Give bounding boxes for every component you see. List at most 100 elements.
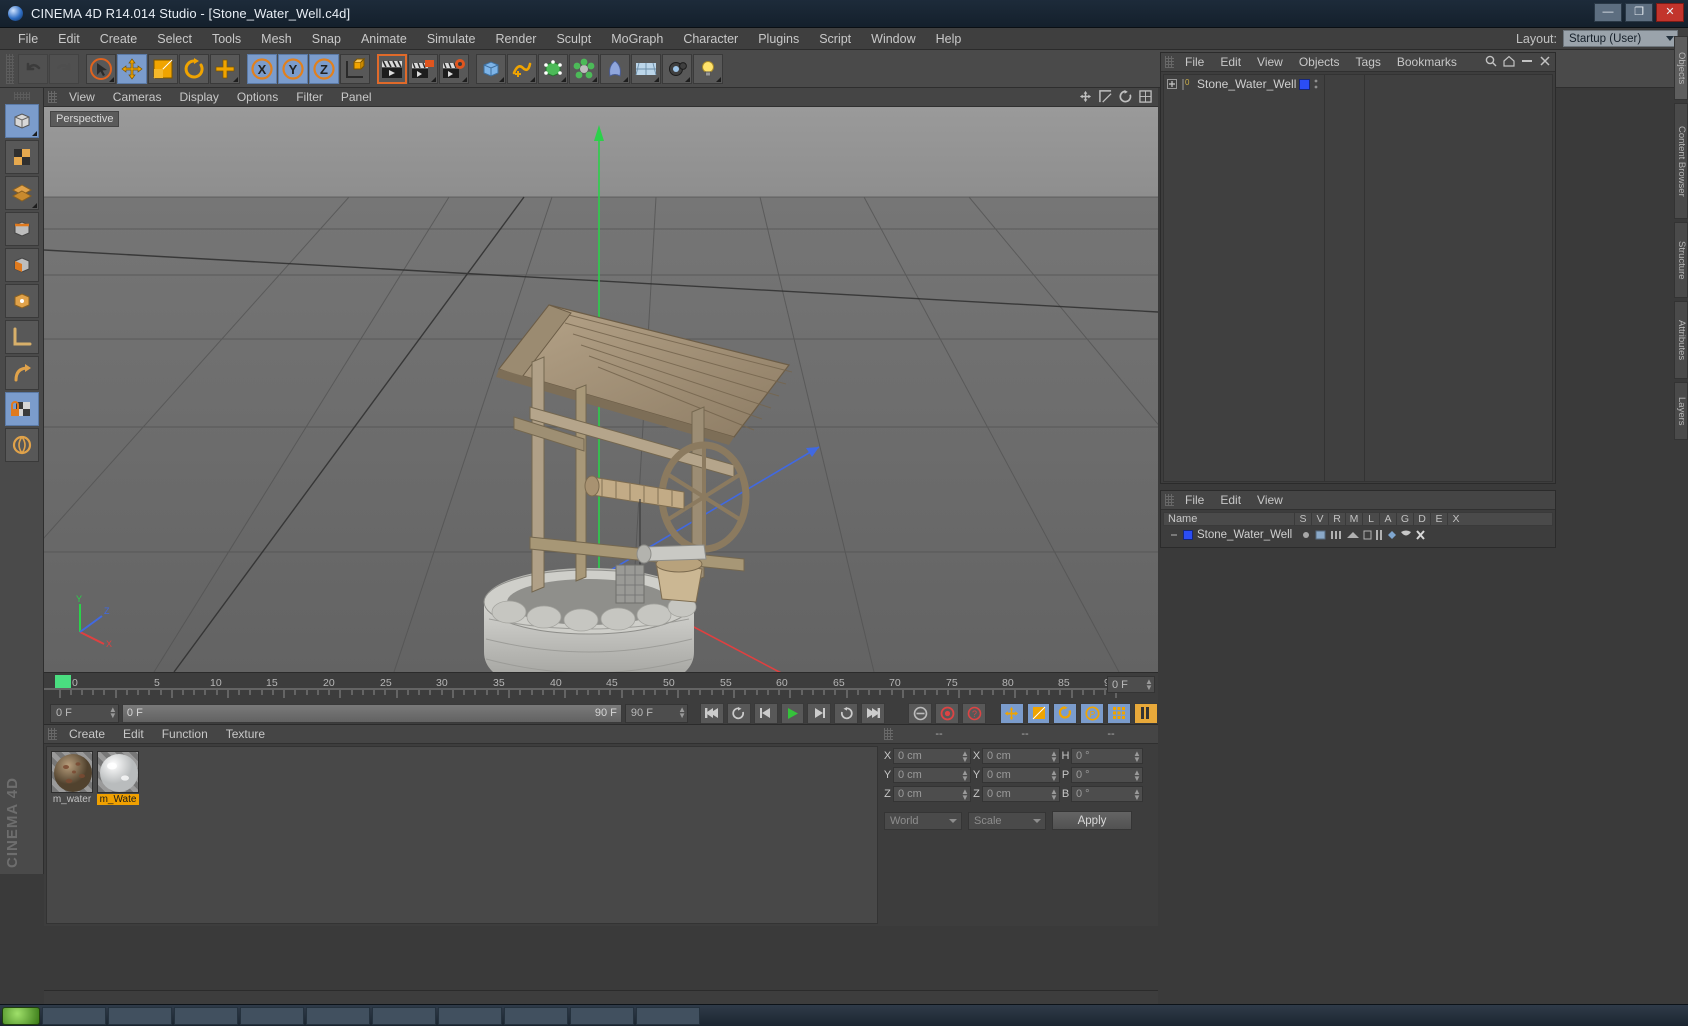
play-forward-loop-button[interactable]: [834, 702, 859, 724]
scale-key-button[interactable]: [1026, 702, 1051, 724]
render-view-button[interactable]: [377, 53, 407, 84]
render-region-button[interactable]: [408, 53, 438, 84]
visibility-dots-icon[interactable]: [1313, 78, 1319, 90]
taskbar-item[interactable]: [306, 1006, 370, 1025]
tab-content-browser[interactable]: Content Browser: [1674, 103, 1688, 219]
menu-edit[interactable]: Edit: [48, 28, 90, 50]
menu-animate[interactable]: Animate: [351, 28, 417, 50]
world-coordinate-button[interactable]: [340, 53, 370, 84]
max-frame-field[interactable]: 90 F ▲ ▼: [624, 703, 689, 723]
layer-manager-drag-handle[interactable]: [1165, 494, 1174, 506]
uv-mode-button[interactable]: [4, 428, 39, 462]
coord-size-z-input[interactable]: 0 cm ▲ ▼: [982, 786, 1060, 802]
coord-position-z-input[interactable]: 0 cm ▲ ▼: [893, 786, 971, 802]
menu-tools[interactable]: Tools: [202, 28, 251, 50]
expand-minus-icon[interactable]: [1169, 530, 1179, 540]
layer-column-a[interactable]: A: [1379, 513, 1396, 525]
model-mode-button[interactable]: [4, 104, 39, 138]
spinner-icon[interactable]: ▲ ▼: [1050, 769, 1058, 783]
spinner-icon[interactable]: ▲ ▼: [1133, 769, 1141, 783]
object-tree-row[interactable]: 0 Stone_Water_Well: [1164, 75, 1552, 93]
texture-mode-button[interactable]: [4, 140, 39, 174]
spinner-icon[interactable]: ▲ ▼: [678, 705, 686, 720]
add-environment-button[interactable]: [631, 53, 661, 84]
object-menu-objects[interactable]: Objects: [1291, 55, 1348, 69]
menu-sculpt[interactable]: Sculpt: [546, 28, 601, 50]
tab-objects[interactable]: Objects: [1674, 36, 1688, 100]
enable-axis-button[interactable]: [4, 356, 39, 390]
coordinates-drag-handle[interactable]: [884, 728, 893, 740]
play-backwards-keyframe-button[interactable]: [726, 702, 751, 724]
expand-plus-icon[interactable]: [1167, 79, 1177, 89]
spinner-icon[interactable]: ▲ ▼: [1133, 750, 1141, 764]
taskbar-item[interactable]: [42, 1006, 106, 1025]
spinner-icon[interactable]: ▲ ▼: [109, 705, 117, 720]
taskbar-item[interactable]: [504, 1006, 568, 1025]
coord-size-x-input[interactable]: 0 cm ▲ ▼: [982, 748, 1060, 764]
maximize-view-icon[interactable]: [1139, 90, 1152, 103]
material-drag-handle[interactable]: [48, 728, 57, 740]
coord-rotation-b-input[interactable]: 0 ° ▲ ▼: [1071, 786, 1143, 802]
layer-column-d[interactable]: D: [1413, 513, 1430, 525]
go-to-start-button[interactable]: [699, 702, 724, 724]
scale-view-icon[interactable]: [1099, 90, 1112, 103]
viewport-menu-panel[interactable]: Panel: [332, 90, 381, 104]
step-back-button[interactable]: [753, 702, 778, 724]
taskbar-item[interactable]: [174, 1006, 238, 1025]
menu-script[interactable]: Script: [809, 28, 861, 50]
step-forward-button[interactable]: [807, 702, 832, 724]
add-tool-button[interactable]: [210, 53, 240, 84]
coord-position-x-input[interactable]: 0 cm ▲ ▼: [893, 748, 971, 764]
menu-character[interactable]: Character: [673, 28, 748, 50]
layer-column-r[interactable]: R: [1328, 513, 1345, 525]
layer-menu-view[interactable]: View: [1249, 493, 1291, 507]
add-cube-button[interactable]: [476, 53, 506, 84]
coord-rotation-h-input[interactable]: 0 ° ▲ ▼: [1071, 748, 1143, 764]
axis-y-button[interactable]: Y: [278, 53, 308, 84]
points-mode-button[interactable]: [4, 176, 39, 210]
current-frame-field[interactable]: 0 F ▲ ▼: [50, 703, 119, 723]
rotate-view-icon[interactable]: [1119, 90, 1132, 103]
palette-drag-handle[interactable]: [13, 92, 30, 100]
menu-file[interactable]: File: [8, 28, 48, 50]
layer-column-l[interactable]: L: [1362, 513, 1379, 525]
apply-button[interactable]: Apply: [1052, 811, 1132, 830]
menu-snap[interactable]: Snap: [302, 28, 351, 50]
object-menu-file[interactable]: File: [1177, 55, 1212, 69]
search-icon[interactable]: [1485, 55, 1497, 67]
close-button[interactable]: ✕: [1656, 3, 1684, 22]
menu-render[interactable]: Render: [485, 28, 546, 50]
tab-structure[interactable]: Structure: [1674, 222, 1688, 298]
preview-range-slider[interactable]: 0 F 90 F: [121, 703, 622, 723]
play-button[interactable]: [780, 702, 805, 724]
object-tree[interactable]: 0 Stone_Water_Well: [1163, 74, 1553, 482]
layer-color-swatch[interactable]: [1183, 530, 1193, 540]
layer-column-e[interactable]: E: [1430, 513, 1447, 525]
home-icon[interactable]: [1503, 55, 1515, 67]
taskbar-item[interactable]: [636, 1006, 700, 1025]
tab-attributes[interactable]: Attributes: [1674, 301, 1688, 379]
menu-plugins[interactable]: Plugins: [748, 28, 809, 50]
coord-position-y-input[interactable]: 0 cm ▲ ▼: [893, 767, 971, 783]
taskbar-item[interactable]: [372, 1006, 436, 1025]
scale-tool-button[interactable]: [148, 53, 178, 84]
coord-rotation-p-input[interactable]: 0 ° ▲ ▼: [1071, 767, 1143, 783]
layer-column-v[interactable]: V: [1311, 513, 1328, 525]
spinner-icon[interactable]: ▲ ▼: [1145, 678, 1153, 692]
edges-mode-button[interactable]: [4, 212, 39, 246]
workplane-button[interactable]: [4, 320, 39, 354]
keyframe-selection-button[interactable]: ?: [962, 702, 987, 724]
material-item[interactable]: m_Wate: [97, 751, 139, 805]
coordinate-mode-dropdown[interactable]: Scale: [968, 811, 1046, 830]
spinner-icon[interactable]: ▲ ▼: [1050, 788, 1058, 802]
coordinate-system-dropdown[interactable]: World: [884, 811, 962, 830]
close-icon[interactable]: [1539, 55, 1551, 67]
layer-column-s[interactable]: S: [1294, 513, 1311, 525]
layer-column-g[interactable]: G: [1396, 513, 1413, 525]
select-tool-button[interactable]: [86, 53, 116, 84]
object-menu-tags[interactable]: Tags: [1348, 55, 1389, 69]
object-menu-edit[interactable]: Edit: [1212, 55, 1249, 69]
add-camera-button[interactable]: [662, 53, 692, 84]
keyframe-mode-button[interactable]: [1134, 702, 1159, 724]
menu-simulate[interactable]: Simulate: [417, 28, 486, 50]
